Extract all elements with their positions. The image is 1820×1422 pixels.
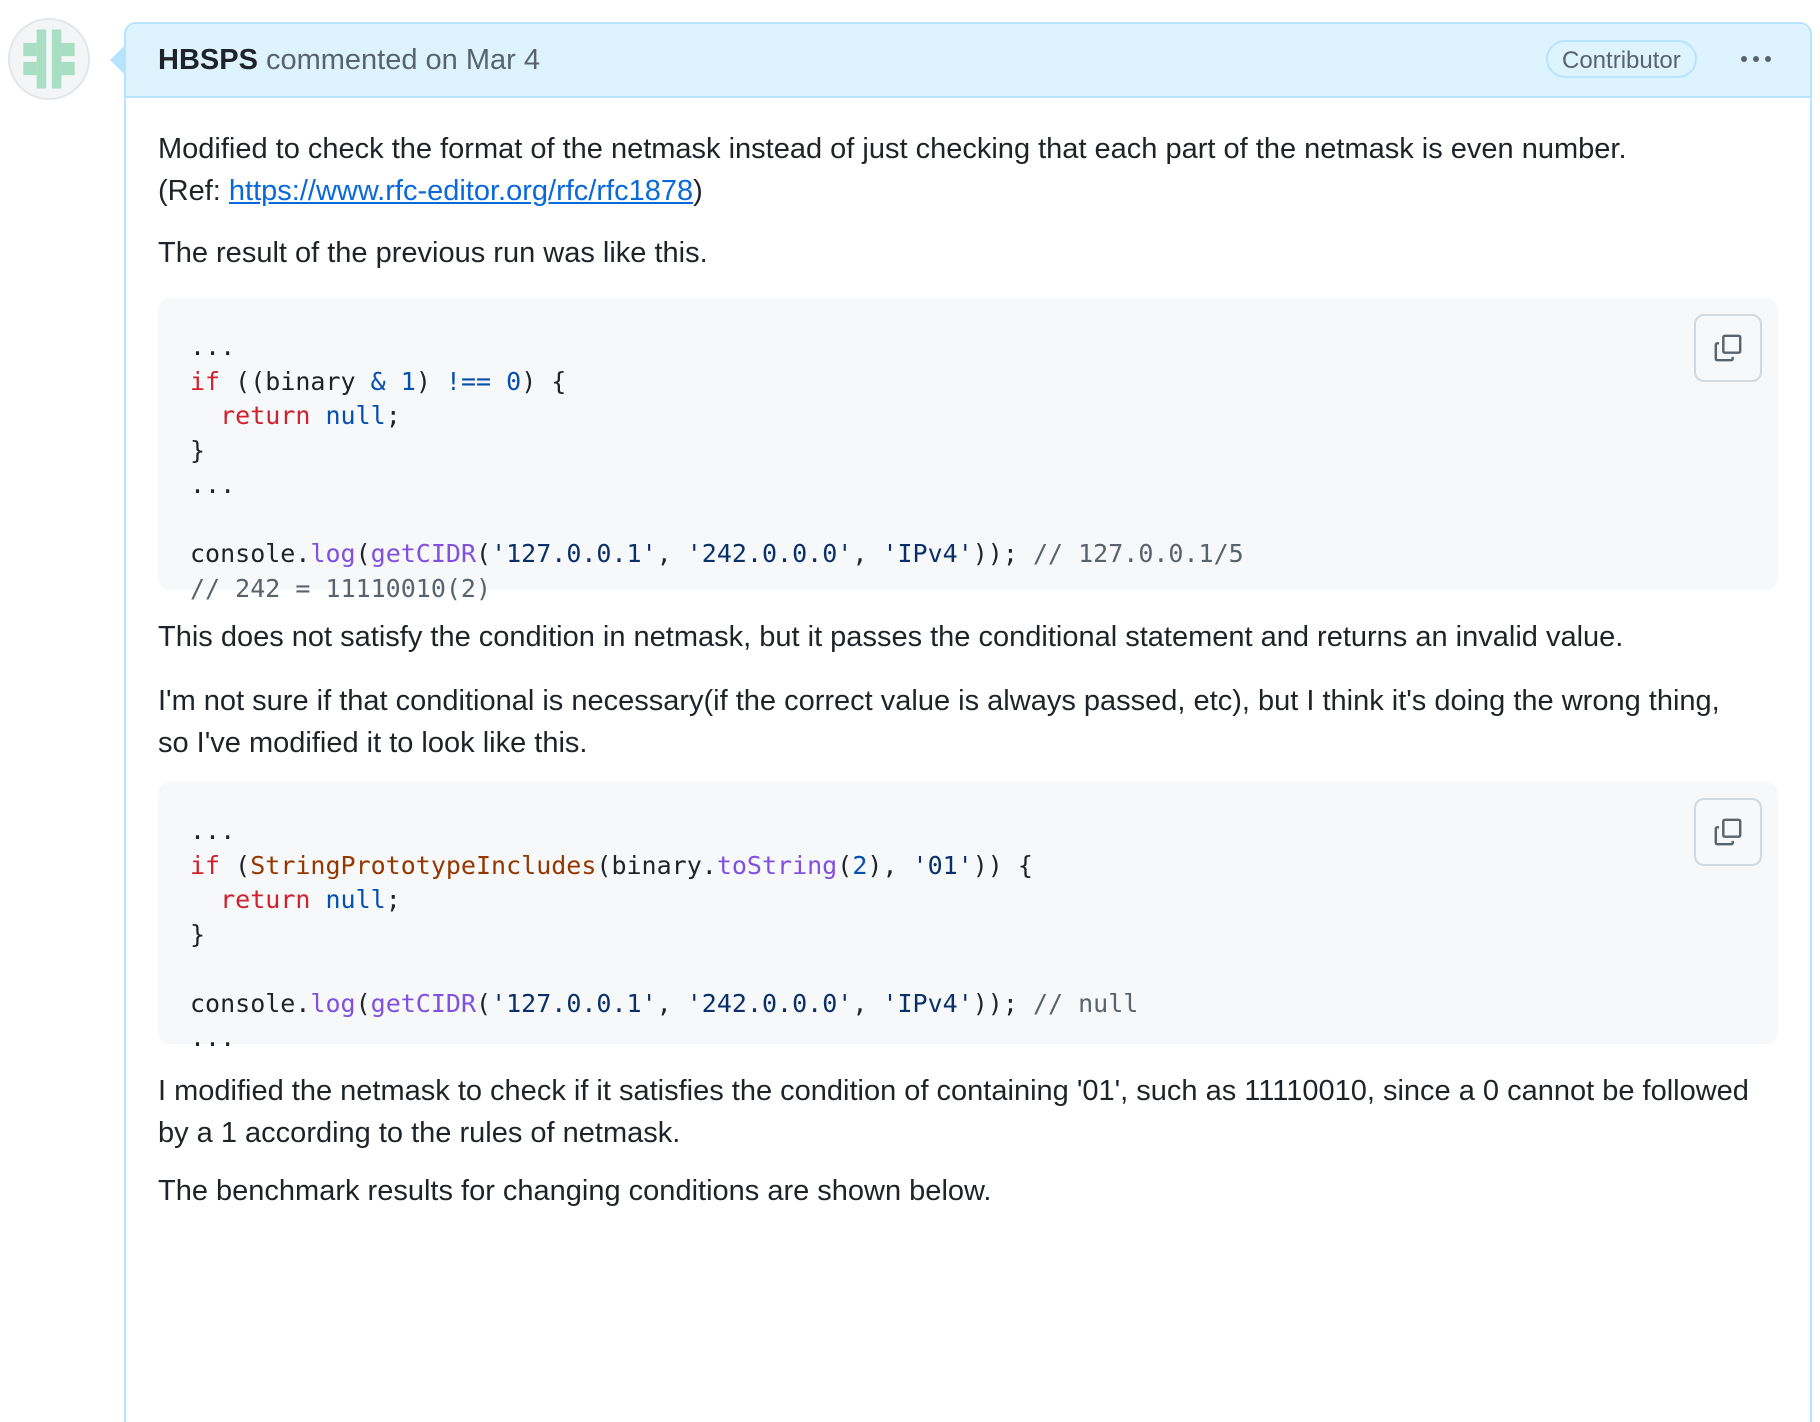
comment-caret	[110, 46, 124, 74]
copy-button-2[interactable]	[1694, 798, 1762, 866]
comment-action: commented on	[265, 44, 458, 76]
comment-header: HBSPS commented on Mar 4 Contributor	[126, 24, 1810, 98]
rfc-link[interactable]: https://www.rfc-editor.org/rfc/rfc1878	[229, 175, 693, 207]
paragraph-1: Modified to check the format of the netm…	[158, 128, 1778, 212]
paragraph-6: The benchmark results for changing condi…	[158, 1175, 992, 1207]
contributor-badge: Contributor	[1546, 40, 1697, 78]
avatar[interactable]	[8, 18, 90, 100]
code-1[interactable]: ... if ((binary & 1) !== 0) { return nul…	[190, 330, 1244, 606]
code-block-1: ... if ((binary & 1) !== 0) { return nul…	[158, 298, 1778, 603]
copy-icon	[1714, 334, 1742, 362]
paragraph-2: The result of the previous run was like …	[158, 237, 708, 269]
copy-icon	[1714, 818, 1742, 846]
kebab-horizontal-icon[interactable]	[1734, 42, 1778, 76]
comment-header-text: HBSPS commented on Mar 4	[158, 42, 540, 78]
copy-button-1[interactable]	[1694, 314, 1762, 382]
code-2[interactable]: ... if (StringPrototypeIncludes(binary.t…	[190, 814, 1138, 1056]
paragraph-5-line-1: I modified the netmask to check if it sa…	[158, 1075, 1749, 1107]
paragraph-1-line-1: Modified to check the format of the netm…	[158, 133, 1627, 165]
paragraph-5: I modified the netmask to check if it sa…	[158, 1070, 1778, 1154]
paragraph-4: I'm not sure if that conditional is nece…	[158, 680, 1778, 764]
paragraph-4-line-1: I'm not sure if that conditional is nece…	[158, 685, 1720, 717]
comment-box: HBSPS commented on Mar 4 Contributor Mod…	[124, 22, 1812, 1422]
author-link[interactable]: HBSPS	[158, 44, 258, 76]
comment-date[interactable]: Mar 4	[466, 44, 540, 76]
paragraph-4-line-2: so I've modified it to look like this.	[158, 727, 588, 759]
paragraph-3: This does not satisfy the condition in n…	[158, 621, 1624, 653]
ref-suffix: )	[693, 175, 703, 207]
identicon-icon	[10, 20, 88, 98]
code-block-2: ... if (StringPrototypeIncludes(binary.t…	[158, 782, 1778, 1052]
ref-prefix: (Ref:	[158, 175, 229, 207]
paragraph-5-line-2: by a 1 according to the rules of netmask…	[158, 1117, 681, 1149]
